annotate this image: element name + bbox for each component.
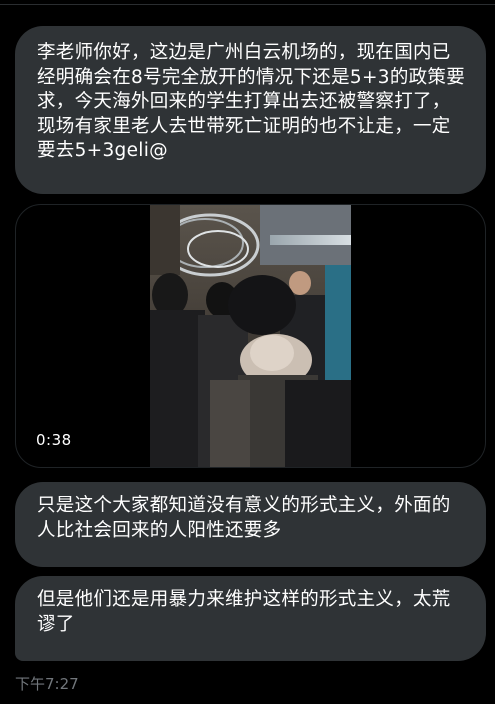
message-timestamp: 下午7:27 xyxy=(15,675,79,693)
video-attachment[interactable]: 0:38 xyxy=(15,204,486,468)
message-bubble[interactable]: 只是这个大家都知道没有意义的形式主义，外面的人比社会回来的人阳性还要多 xyxy=(15,482,486,567)
message-text: 李老师你好，这边是广州白云机场的，现在国内已经明确会在8号完全放开的情况下还是5… xyxy=(37,42,466,161)
message-bubble[interactable]: 李老师你好，这边是广州白云机场的，现在国内已经明确会在8号完全放开的情况下还是5… xyxy=(15,26,486,194)
video-duration: 0:38 xyxy=(36,431,72,449)
divider xyxy=(0,4,495,5)
dm-conversation: 李老师你好，这边是广州白云机场的，现在国内已经明确会在8号完全放开的情况下还是5… xyxy=(0,0,495,704)
play-video-button[interactable] xyxy=(16,205,485,467)
message-text: 只是这个大家都知道没有意义的形式主义，外面的人比社会回来的人阳性还要多 xyxy=(37,495,451,541)
message-bubble[interactable]: 但是他们还是用暴力来维护这样的形式主义，太荒谬了 xyxy=(15,576,486,661)
message-text: 但是他们还是用暴力来维护这样的形式主义，太荒谬了 xyxy=(37,589,451,635)
